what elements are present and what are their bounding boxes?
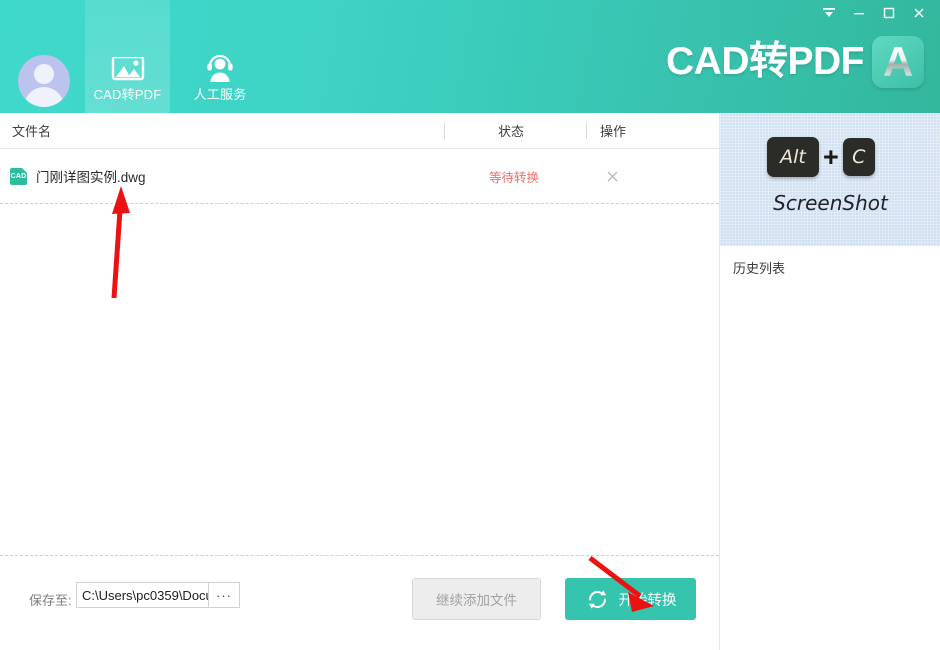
headset-support-icon <box>204 45 236 83</box>
browse-folder-button[interactable]: ··· <box>208 583 239 607</box>
start-convert-button[interactable]: 开始转换 <box>565 578 696 620</box>
column-header-action: 操作 <box>600 121 626 140</box>
add-files-button[interactable]: 继续添加文件 <box>412 578 541 620</box>
sidebar: Alt + C ScreenShot 历史列表 <box>719 113 940 650</box>
application-window: CAD转PDF 人工服务 CAD转PDF A <box>0 0 940 650</box>
key-plus-icon: + <box>823 144 839 171</box>
file-list-header: 文件名 状态 操作 <box>0 113 719 149</box>
column-header-status: 状态 <box>498 121 524 140</box>
bottom-toolbar: 保存至: C:\Users\pc0359\Docu ··· 继续添加文件 开始转… <box>0 555 719 650</box>
brand-logo: CAD转PDF A <box>666 36 924 88</box>
cad-file-icon: CAD <box>10 168 27 185</box>
collapse-icon <box>822 6 836 20</box>
screenshot-ad-banner[interactable]: Alt + C ScreenShot <box>720 113 940 246</box>
maximize-button[interactable] <box>874 0 904 26</box>
key-c: C <box>843 138 875 176</box>
document-convert-icon <box>111 45 145 83</box>
shortcut-keys: Alt + C <box>767 137 875 177</box>
tab-cad-to-pdf-label: CAD转PDF <box>94 87 162 103</box>
avatar-head <box>34 64 54 84</box>
main-nav: CAD转PDF 人工服务 <box>85 0 270 113</box>
remove-file-button[interactable] <box>604 168 620 184</box>
tab-human-service[interactable]: 人工服务 <box>170 0 270 113</box>
brand-logo-badge-letter: A <box>883 41 913 83</box>
tab-cad-to-pdf[interactable]: CAD转PDF <box>85 0 170 113</box>
window-controls <box>814 0 934 26</box>
column-header-filename: 文件名 <box>12 121 51 140</box>
table-row[interactable]: CAD 门刚详图实例.dwg 等待转换 <box>0 149 719 204</box>
avatar[interactable] <box>18 55 70 107</box>
file-name-cell: 门刚详图实例.dwg <box>36 166 146 186</box>
key-alt: Alt <box>767 137 819 177</box>
avatar-body <box>24 87 64 107</box>
minimize-icon <box>852 6 866 20</box>
minimize-button[interactable] <box>844 0 874 26</box>
column-divider-2 <box>586 122 587 139</box>
save-path-value: C:\Users\pc0359\Docu <box>77 588 208 603</box>
tab-human-service-label: 人工服务 <box>194 87 247 103</box>
save-to-label: 保存至: <box>29 590 72 609</box>
start-convert-label: 开始转换 <box>619 589 677 610</box>
cad-file-icon-label: CAD <box>11 173 27 180</box>
column-divider-1 <box>444 122 445 139</box>
refresh-icon <box>585 587 610 612</box>
title-bar: CAD转PDF 人工服务 CAD转PDF A <box>0 0 940 113</box>
save-path-field[interactable]: C:\Users\pc0359\Docu ··· <box>76 582 240 608</box>
history-list-title: 历史列表 <box>733 258 785 277</box>
collapse-button[interactable] <box>814 0 844 26</box>
brand-logo-badge: A <box>872 36 924 88</box>
file-status-cell: 等待转换 <box>489 167 539 186</box>
close-button[interactable] <box>904 0 934 26</box>
maximize-icon <box>882 6 896 20</box>
close-icon <box>607 171 618 182</box>
close-icon <box>912 6 926 20</box>
screenshot-ad-caption: ScreenShot <box>720 191 940 215</box>
brand-logo-text: CAD转PDF <box>666 39 864 85</box>
